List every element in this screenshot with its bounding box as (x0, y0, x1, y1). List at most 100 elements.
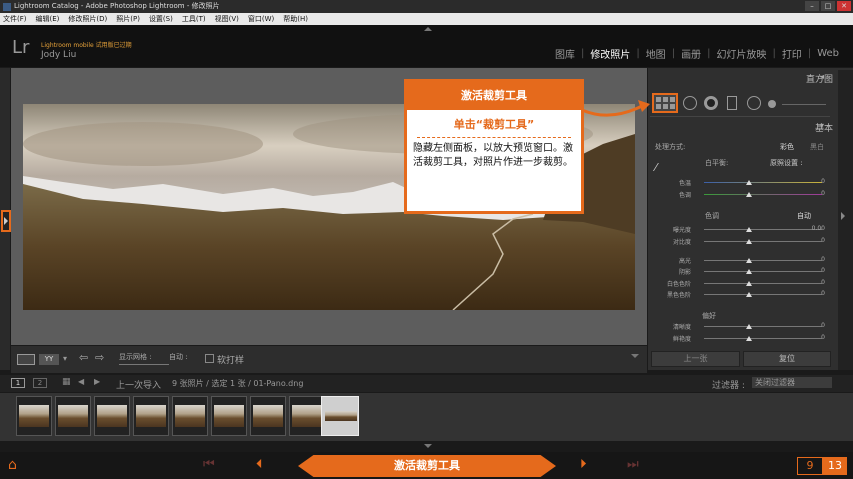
wb-label: 白平衡: (705, 159, 729, 167)
exposure-value[interactable]: 0.00 (812, 225, 825, 232)
menu-window[interactable]: 窗口(W) (248, 13, 274, 25)
module-book[interactable]: 画册 (675, 46, 707, 61)
temp-value[interactable]: 0 (821, 178, 825, 185)
right-panel-toggle-icon[interactable] (841, 212, 845, 220)
blacks-value[interactable]: 0 (821, 290, 825, 297)
histogram-collapse-icon[interactable]: ◂ (820, 72, 824, 81)
module-develop[interactable]: 修改照片 (584, 46, 636, 61)
red-eye-icon[interactable] (704, 96, 718, 110)
screen-1-button[interactable]: 1 (11, 378, 25, 388)
filmstrip-thumb[interactable] (289, 396, 325, 436)
filmstrip-thumb[interactable] (16, 396, 52, 436)
filmstrip-header: 1 2 ▦ ◀ ▶ 上一次导入 9 张照片 / 选定 1 张 / 01-Pano… (0, 375, 853, 392)
auto-tone-button[interactable]: 自动 (797, 211, 811, 221)
next-arrow-icon[interactable]: ⇨ (95, 351, 104, 364)
tutorial-callout: 激活裁剪工具 单击“裁剪工具” 隐藏左侧面板，以放大预览窗口。激活裁剪工具，对照… (404, 79, 584, 214)
eyedropper-icon[interactable]: ⁄ (655, 161, 669, 175)
radial-filter-icon[interactable] (747, 96, 761, 110)
dropdown-arrow-icon[interactable]: ▾ (63, 354, 67, 363)
spot-removal-icon[interactable] (683, 96, 697, 110)
treatment-color[interactable]: 彩色 (780, 142, 794, 152)
menu-settings[interactable]: 设置(S) (149, 13, 173, 25)
callout-divider (417, 137, 571, 138)
wb-value[interactable]: 原照设置 : (770, 158, 803, 168)
filmstrip-thumb[interactable] (133, 396, 169, 436)
filmstrip-thumb[interactable] (211, 396, 247, 436)
filmstrip-thumb[interactable] (250, 396, 286, 436)
treatment-bw[interactable]: 黑白 (810, 142, 824, 152)
close-icon[interactable]: ✕ (837, 1, 851, 11)
last-step-icon[interactable]: ⏭ (627, 457, 639, 472)
right-panel-scrollbar[interactable] (838, 70, 853, 370)
grid-slider[interactable] (119, 364, 169, 365)
menu-help[interactable]: 帮助(H) (283, 13, 308, 25)
crop-tool-button[interactable] (652, 93, 678, 113)
menu-edit[interactable]: 编辑(E) (36, 13, 60, 25)
brush-slider[interactable] (782, 104, 826, 105)
loupe-view-icon[interactable] (17, 354, 35, 365)
filmstrip-toggle-icon[interactable] (424, 444, 432, 448)
filmstrip-thumb[interactable] (94, 396, 130, 436)
whites-value[interactable]: 0 (821, 279, 825, 286)
home-icon[interactable]: ⌂ (8, 457, 17, 473)
exposure-slider[interactable]: 曝光度 0.00 (660, 225, 835, 234)
vibrance-slider[interactable]: 鲜艳度 0 (660, 334, 835, 343)
top-panel-toggle-icon[interactable] (424, 27, 432, 31)
brush-icon[interactable] (768, 100, 776, 108)
lightroom-app-icon (3, 3, 11, 11)
highlights-slider[interactable]: 高光 0 (660, 256, 835, 265)
toolbar-menu-icon[interactable] (631, 354, 639, 358)
clarity-slider[interactable]: 清晰度 0 (660, 322, 835, 331)
filmstrip-thumb-selected[interactable] (321, 396, 359, 436)
whites-label: 白色色阶 (666, 281, 691, 288)
previous-settings-button[interactable]: 上一张 (651, 351, 740, 367)
first-step-icon[interactable]: ⏮ (203, 457, 215, 472)
clarity-value[interactable]: 0 (821, 322, 825, 329)
left-panel-toggle[interactable] (1, 210, 11, 232)
filmstrip-info[interactable]: 9 张照片 / 选定 1 张 / 01-Pano.dng (172, 378, 303, 389)
reset-button[interactable]: 复位 (743, 351, 831, 367)
tint-slider[interactable]: 色调 0 (660, 190, 835, 199)
window-title-bar: Lightroom Catalog - Adobe Photoshop Ligh… (0, 0, 853, 13)
filter-select[interactable]: 关闭过滤器 (752, 377, 832, 388)
menu-file[interactable]: 文件(F) (3, 13, 27, 25)
soft-proof-checkbox[interactable] (205, 354, 214, 363)
menu-tools[interactable]: 工具(T) (182, 13, 206, 25)
contrast-slider[interactable]: 对比度 0 (660, 237, 835, 246)
highlights-value[interactable]: 0 (821, 256, 825, 263)
forward-arrow-icon[interactable]: ▶ (94, 377, 100, 386)
shadows-value[interactable]: 0 (821, 267, 825, 274)
menu-bar: 文件(F) 编辑(E) 修改照片(D) 照片(P) 设置(S) 工具(T) 视图… (0, 13, 853, 25)
screen-2-button[interactable]: 2 (33, 378, 47, 388)
module-print[interactable]: 打印 (776, 46, 808, 61)
previous-arrow-icon[interactable]: ⇦ (79, 351, 88, 364)
module-map[interactable]: 地图 (640, 46, 672, 61)
maximize-icon[interactable]: □ (821, 1, 835, 11)
grid-view-icon[interactable]: ▦ (62, 377, 71, 387)
menu-photo[interactable]: 照片(P) (116, 13, 140, 25)
menu-view[interactable]: 视图(V) (215, 13, 239, 25)
mobile-trial-note: Lightroom mobile 试用版已过期 (41, 42, 132, 49)
back-arrow-icon[interactable]: ◀ (78, 377, 84, 386)
minimize-icon[interactable]: – (805, 1, 819, 11)
module-web[interactable]: Web (811, 48, 845, 59)
grid-overlay-value[interactable]: 自动 : (169, 352, 188, 362)
prev-step-icon[interactable]: ⏴ (256, 457, 263, 472)
contrast-value[interactable]: 0 (821, 237, 825, 244)
graduated-filter-icon[interactable] (727, 96, 737, 110)
temp-slider[interactable]: 色温 0 (660, 178, 835, 187)
before-after-icon[interactable]: YY (39, 354, 59, 365)
basic-collapse-icon[interactable]: ▾ (820, 121, 824, 130)
filmstrip-source[interactable]: 上一次导入 (116, 378, 161, 391)
filmstrip-thumb[interactable] (55, 396, 91, 436)
filmstrip-thumb[interactable] (172, 396, 208, 436)
module-slideshow[interactable]: 幻灯片放映 (710, 46, 772, 61)
shadows-slider[interactable]: 阴影 0 (660, 267, 835, 276)
next-step-icon[interactable]: ⏵ (580, 457, 587, 472)
module-library[interactable]: 图库 (549, 46, 581, 61)
vibrance-value[interactable]: 0 (821, 334, 825, 341)
blacks-slider[interactable]: 黑色色阶 0 (660, 290, 835, 299)
whites-slider[interactable]: 白色色阶 0 (660, 279, 835, 288)
menu-develop[interactable]: 修改照片(D) (68, 13, 107, 25)
tint-value[interactable]: 0 (821, 190, 825, 197)
